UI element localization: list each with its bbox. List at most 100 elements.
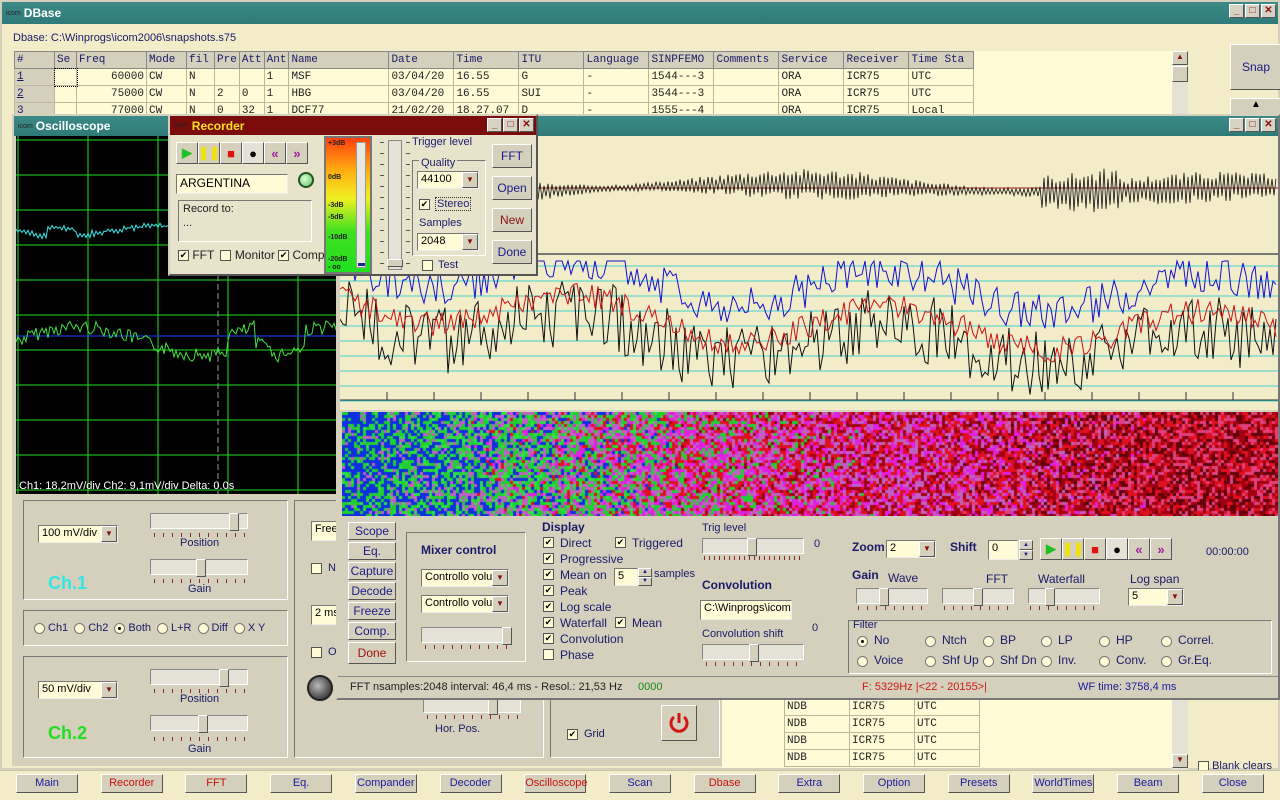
- table-cell[interactable]: UTC: [908, 85, 975, 103]
- filter-option-voice[interactable]: Voice: [857, 653, 903, 667]
- table-cell[interactable]: NDB: [784, 715, 850, 733]
- fft-capture-button[interactable]: Capture: [348, 562, 396, 580]
- filter-option-shf-up[interactable]: Shf Up: [925, 653, 979, 667]
- table-cell[interactable]: 1544---3: [648, 68, 715, 86]
- wave-gain-slider[interactable]: [856, 588, 928, 606]
- filter-option-ntch[interactable]: Ntch: [925, 633, 967, 647]
- table-cell[interactable]: 1: [263, 68, 290, 86]
- taskbar-compander-button[interactable]: Compander: [354, 774, 417, 793]
- column-header[interactable]: Se: [54, 51, 77, 69]
- chevron-down-icon[interactable]: ▼: [492, 596, 508, 612]
- mode-option-l-r[interactable]: L+R: [157, 622, 192, 634]
- radio-button[interactable]: [1161, 655, 1172, 667]
- mode-option-ch2[interactable]: Ch2: [74, 622, 108, 634]
- radio-button[interactable]: [114, 622, 126, 634]
- table-cell[interactable]: ICR75: [843, 68, 910, 86]
- comp-checkbox[interactable]: ✔: [278, 250, 290, 262]
- slider-thumb[interactable]: [973, 588, 983, 606]
- taskbar-worldtimes-button[interactable]: WorldTimes: [1032, 774, 1095, 793]
- slider-thumb[interactable]: [198, 715, 208, 733]
- mode-option-both[interactable]: Both: [114, 622, 151, 634]
- chevron-down-icon[interactable]: ▼: [1167, 589, 1183, 605]
- slider-thumb[interactable]: [229, 513, 239, 531]
- mixer-select-1[interactable]: Controllo volu ▼: [421, 569, 509, 587]
- filter-option-inv-[interactable]: Inv.: [1041, 653, 1076, 667]
- table-cell[interactable]: 1: [14, 68, 55, 86]
- column-header[interactable]: Language: [583, 51, 650, 69]
- display-peak-checkbox[interactable]: ✔: [543, 585, 554, 596]
- radio-button[interactable]: [74, 622, 86, 634]
- radio-button[interactable]: [857, 655, 868, 667]
- table-cell[interactable]: -: [583, 85, 650, 103]
- trig-level-slider[interactable]: [702, 538, 804, 556]
- mode-option-x-y[interactable]: X Y: [233, 622, 265, 634]
- filter-option-hp[interactable]: HP: [1099, 633, 1133, 647]
- samples-select[interactable]: 2048 ▼: [417, 233, 479, 251]
- radio-button[interactable]: [1099, 655, 1110, 667]
- pause-button[interactable]: ❚❚: [1062, 538, 1084, 560]
- fft-done-button[interactable]: Done: [348, 642, 396, 664]
- slider-thumb[interactable]: [196, 559, 206, 577]
- column-header[interactable]: Att: [238, 51, 265, 69]
- taskbar-dbase-button[interactable]: Dbase: [693, 774, 756, 793]
- table-cell[interactable]: UTC: [914, 698, 980, 716]
- quality-select[interactable]: 44100 ▼: [417, 171, 479, 189]
- radio-button[interactable]: [857, 635, 868, 647]
- waterfall-gain-slider[interactable]: [1028, 588, 1100, 606]
- slider-thumb[interactable]: [502, 627, 512, 645]
- convolution-shift-slider[interactable]: [702, 644, 804, 662]
- table-row[interactable]: NDB ICR75 UTC: [784, 698, 980, 716]
- trigger-level-slider[interactable]: [387, 140, 403, 270]
- chevron-down-icon[interactable]: ▼: [101, 526, 117, 542]
- fft-checkbox[interactable]: ✔: [178, 250, 189, 262]
- taskbar-decoder-button[interactable]: Decoder: [439, 774, 502, 793]
- column-header[interactable]: Mode: [146, 51, 187, 69]
- table-cell[interactable]: ICR75: [843, 85, 910, 103]
- table-cell[interactable]: [238, 68, 265, 86]
- table-cell[interactable]: 16.55: [453, 68, 520, 86]
- radio-button[interactable]: [983, 655, 994, 667]
- table-cell[interactable]: N: [186, 85, 215, 103]
- fft-comp-button[interactable]: Comp.: [348, 622, 396, 640]
- table-cell[interactable]: UTC: [914, 715, 980, 733]
- table-row[interactable]: NDB ICR75 UTC: [784, 715, 980, 733]
- monitor-checkbox[interactable]: [220, 250, 232, 262]
- column-header[interactable]: Pre: [214, 51, 240, 69]
- spin-up-button[interactable]: ▲: [638, 568, 652, 577]
- grid-checkbox[interactable]: ✔: [567, 729, 578, 740]
- table-cell[interactable]: UTC: [914, 732, 980, 750]
- filter-option-shf-dn[interactable]: Shf Dn: [983, 653, 1037, 667]
- column-header[interactable]: Service: [778, 51, 845, 69]
- column-header[interactable]: Date: [388, 51, 455, 69]
- chevron-down-icon[interactable]: ▼: [462, 172, 478, 188]
- recorder-done-button[interactable]: Done: [492, 240, 532, 264]
- table-row[interactable]: NDB ICR75 UTC: [784, 749, 980, 767]
- column-header[interactable]: ITU: [518, 51, 585, 69]
- table-cell[interactable]: 75000: [76, 85, 147, 103]
- display-mean-on-checkbox[interactable]: ✔: [543, 569, 554, 580]
- table-cell[interactable]: 16.55: [453, 85, 520, 103]
- test-checkbox[interactable]: [422, 260, 433, 271]
- ch2-gain-slider[interactable]: [150, 715, 248, 733]
- stop-button[interactable]: ■: [220, 142, 242, 164]
- triggered-checkbox[interactable]: ✔: [615, 537, 626, 548]
- snap-button[interactable]: Snap: [1230, 44, 1280, 90]
- record-button[interactable]: ●: [242, 142, 264, 164]
- maximize-button[interactable]: □: [1245, 118, 1260, 132]
- table-cell[interactable]: NDB: [784, 749, 850, 767]
- taskbar-presets-button[interactable]: Presets: [947, 774, 1010, 793]
- column-header[interactable]: Freq: [76, 51, 147, 69]
- close-button[interactable]: ✕: [1261, 118, 1276, 132]
- or-checkbox[interactable]: [311, 647, 322, 658]
- filter-option-conv-[interactable]: Conv.: [1099, 653, 1146, 667]
- table-cell[interactable]: [53, 67, 78, 87]
- minimize-button[interactable]: _: [1229, 118, 1244, 132]
- column-header[interactable]: fil: [186, 51, 215, 69]
- table-cell[interactable]: HBG: [288, 85, 390, 103]
- minimize-button[interactable]: _: [487, 118, 502, 132]
- mean-samples-field[interactable]: 5: [614, 568, 638, 586]
- table-cell[interactable]: CW: [146, 85, 187, 103]
- recording-name-field[interactable]: ARGENTINA: [176, 174, 288, 194]
- column-header[interactable]: Time Sta: [908, 51, 975, 69]
- fft-scope-button[interactable]: Scope: [348, 522, 396, 540]
